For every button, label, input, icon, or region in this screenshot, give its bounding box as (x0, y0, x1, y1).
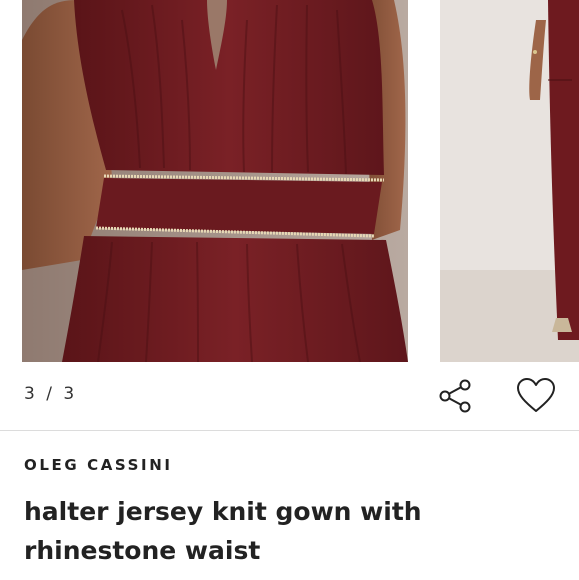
product-image-next[interactable] (440, 0, 579, 362)
brand-name[interactable]: OLEG CASSINI (24, 456, 173, 474)
share-icon (439, 379, 471, 413)
gallery-toolbar: 3 / 3 (0, 362, 579, 430)
share-button[interactable] (434, 374, 478, 418)
favorite-button[interactable] (514, 374, 558, 418)
dress-closeup-image (22, 0, 408, 362)
image-counter: 3 / 3 (24, 384, 78, 404)
product-title: halter jersey knit gown with rhinestone … (24, 497, 422, 565)
heart-icon (517, 378, 555, 412)
section-divider (0, 430, 579, 431)
product-image-main[interactable] (22, 0, 408, 362)
product-image-gallery[interactable] (0, 0, 579, 362)
dress-full-length-image (440, 0, 579, 362)
